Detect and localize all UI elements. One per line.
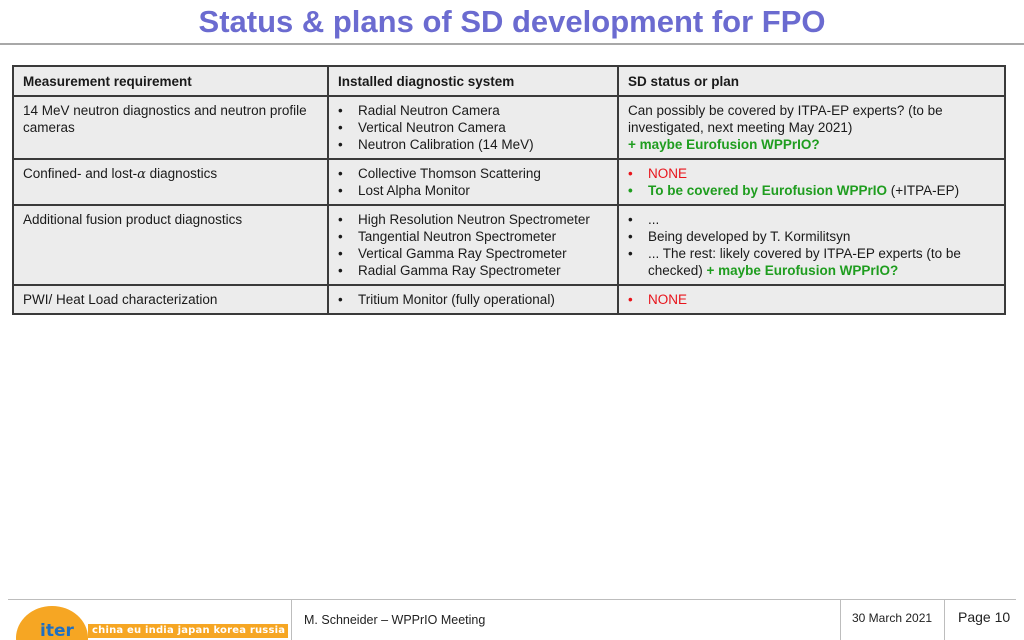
- systems-cell: • Collective Thomson Scattering • Lost Alp…: [327, 158, 619, 206]
- status-cell: Can possibly be covered by ITPA-EP exper…: [617, 95, 1006, 160]
- logo-tagline: china eu india japan korea russia usa: [92, 625, 290, 636]
- system-item: • High Resolution Neutron Spectrometer: [338, 212, 590, 227]
- systems-cell: • Tritium Monitor (fully operational): [327, 284, 619, 315]
- status-green-note: + maybe Eurofusion WPPrIO?: [628, 137, 820, 152]
- systems-cell: • Radial Neutron Camera • Vertical Neutron…: [327, 95, 619, 160]
- title-divider: [0, 43, 1024, 45]
- requirement-cell: Additional fusion product diagnostics: [12, 204, 329, 286]
- system-item: • Radial Gamma Ray Spectrometer: [338, 263, 561, 278]
- iter-logo: iter china eu india japan korea russia u…: [10, 602, 290, 640]
- table-row: Additional fusion product diagnostics • H…: [12, 204, 1006, 286]
- status-item: •...: [628, 212, 660, 227]
- system-item: • Collective Thomson Scattering: [338, 166, 541, 181]
- slide-title: Status & plans of SD development for FPO: [198, 4, 826, 39]
- system-item: • Vertical Neutron Camera: [338, 120, 506, 135]
- footer-date: 30 March 2021: [852, 611, 933, 625]
- system-item: • Radial Neutron Camera: [338, 103, 500, 118]
- system-item: • Neutron Calibration (14 MeV): [338, 137, 534, 152]
- table-row: 14 MeV neutron diagnostics and neutron p…: [12, 95, 1006, 160]
- systems-cell: • High Resolution Neutron Spectrometer • T…: [327, 204, 619, 286]
- footer-separator: [291, 600, 292, 640]
- status-none-item: • NONE: [628, 292, 688, 307]
- table-row: Confined- and lost-α diagnostics • Collec…: [12, 158, 1006, 206]
- footer-separator: [944, 600, 945, 640]
- system-item: • Tritium Monitor (fully operational): [338, 292, 555, 307]
- footer-meeting-label: M. Schneider – WPPrIO Meeting: [304, 613, 486, 627]
- table-row: PWI/ Heat Load characterization • Tritium…: [12, 284, 1006, 315]
- status-text: Can possibly be covered by ITPA-EP exper…: [628, 103, 943, 135]
- requirement-cell: 14 MeV neutron diagnostics and neutron p…: [12, 95, 329, 160]
- status-cell: • NONE: [617, 284, 1006, 315]
- status-none-item: • NONE: [628, 166, 688, 181]
- system-item: • Lost Alpha Monitor: [338, 183, 470, 198]
- status-cell: •... • Being developed by T. Kormilitsyn …: [617, 204, 1006, 286]
- logo-wordmark: iter: [40, 621, 74, 640]
- system-item: • Vertical Gamma Ray Spectrometer: [338, 246, 567, 261]
- system-item: • Tangential Neutron Spectrometer: [338, 229, 557, 244]
- header-measurement-requirement: Measurement requirement: [12, 65, 329, 97]
- status-item: •... The rest: likely covered by ITPA-EP…: [628, 246, 961, 278]
- requirement-cell: Confined- and lost-α diagnostics: [12, 158, 329, 206]
- page-number: Page 10: [958, 609, 1011, 625]
- footer-separator: [840, 600, 841, 640]
- header-installed-diagnostic-system: Installed diagnostic system: [327, 65, 619, 97]
- alpha-symbol: α: [137, 167, 146, 182]
- status-table: Measurement requirement Installed diagno…: [12, 65, 1006, 315]
- requirement-cell: PWI/ Heat Load characterization: [12, 284, 329, 315]
- header-sd-status-or-plan: SD status or plan: [617, 65, 1006, 97]
- status-item: • To be covered by Eurofusion WPPrIO (+IT…: [628, 183, 960, 198]
- footer-divider: [8, 599, 1016, 600]
- status-cell: • NONE • To be covered by Eurofusion WPPrI…: [617, 158, 1006, 206]
- table-header-row: Measurement requirement Installed diagno…: [12, 65, 1006, 97]
- status-item: • Being developed by T. Kormilitsyn: [628, 229, 851, 244]
